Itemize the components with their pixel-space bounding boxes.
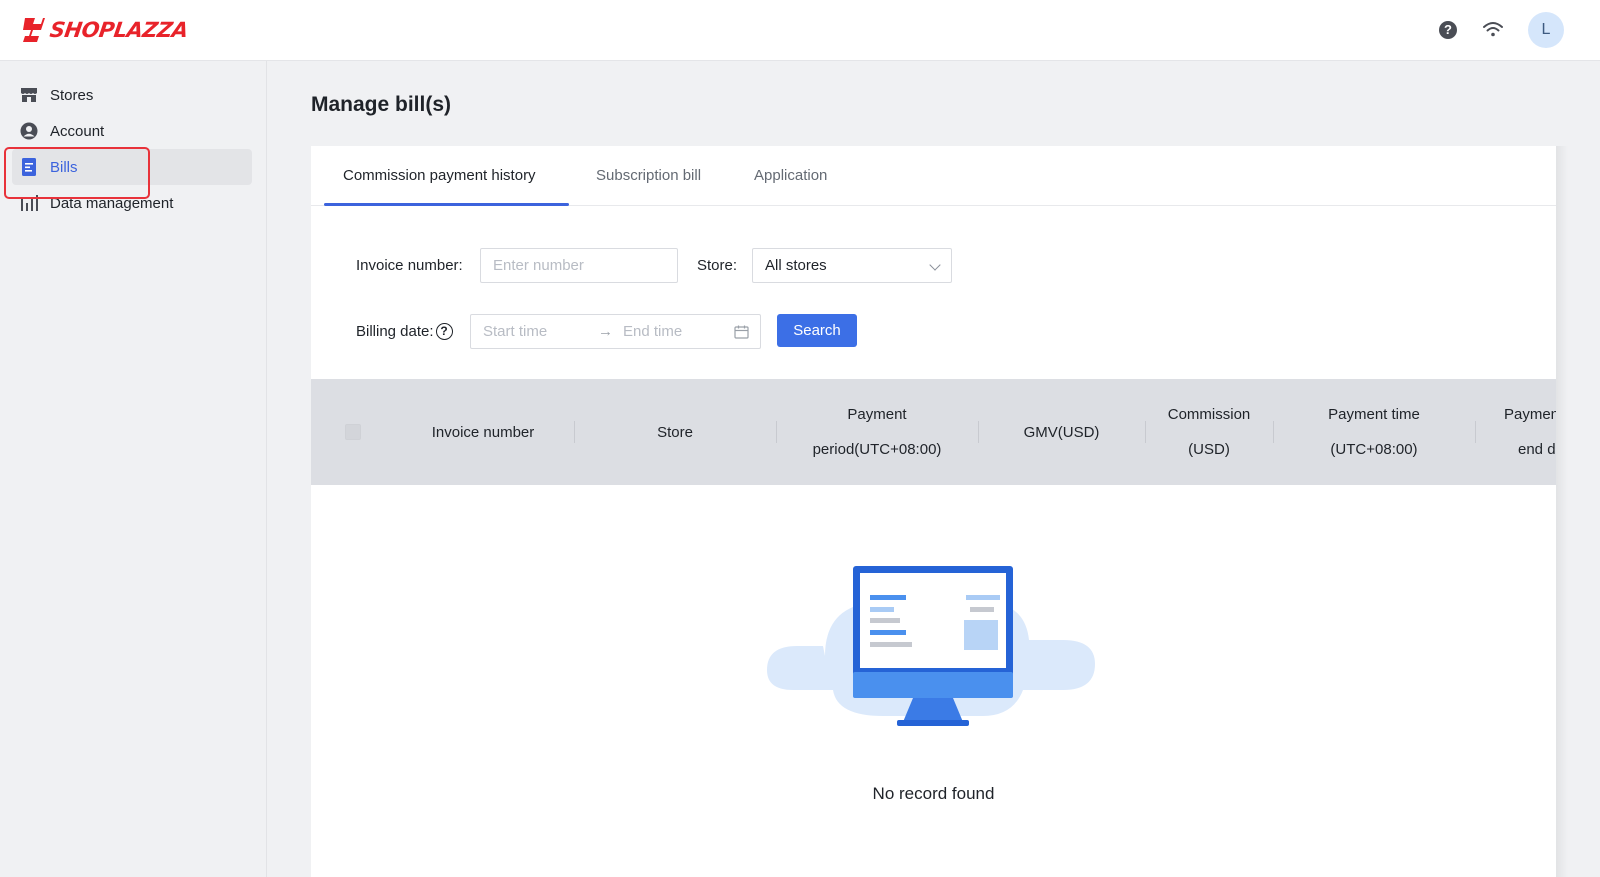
invoice-number-input[interactable]: Enter number xyxy=(480,248,678,283)
billing-date-label-text: Billing date: xyxy=(356,323,434,340)
column-header-line1: Payment time xyxy=(1328,406,1420,423)
column-header-line1: GMV(USD) xyxy=(1023,423,1100,441)
column-commission[interactable]: Commission (USD) xyxy=(1146,379,1272,485)
sidebar-item-label: Data management xyxy=(50,194,174,212)
start-time-input[interactable]: Start time xyxy=(483,315,547,348)
sidebar-item-data-management[interactable]: Data management xyxy=(12,185,252,221)
wifi-icon[interactable] xyxy=(1482,20,1504,40)
store-icon xyxy=(20,86,38,104)
column-header-line1: Invoice number xyxy=(431,423,535,441)
user-icon xyxy=(20,122,38,140)
store-select-value: All stores xyxy=(765,257,827,274)
column-invoice-number[interactable]: Invoice number xyxy=(393,379,573,485)
sidebar-item-account[interactable]: Account xyxy=(12,113,252,149)
tab-subscription-bill[interactable]: Subscription bill xyxy=(596,146,701,206)
column-payment-period[interactable]: Payment period(UTC+08:00) xyxy=(777,379,977,485)
bill-icon xyxy=(20,158,38,176)
column-gmv[interactable]: GMV(USD) xyxy=(979,379,1144,485)
sidebar-item-label: Bills xyxy=(50,158,78,176)
logo-text: SHOPLAZZA xyxy=(48,18,190,42)
empty-state-illustration xyxy=(767,566,1095,726)
sidebar-item-stores[interactable]: Stores xyxy=(12,77,252,113)
tab-bar: Commission payment history Subscription … xyxy=(311,146,1556,206)
chevron-down-icon xyxy=(929,259,941,271)
question-icon[interactable]: ? xyxy=(435,323,453,340)
shoplazza-mark-icon xyxy=(23,18,45,42)
empty-state-text: No record found xyxy=(872,784,995,803)
sidebar: Stores Account Bills Data management xyxy=(0,61,267,877)
avatar[interactable]: L xyxy=(1528,12,1564,48)
bills-card: Commission payment history Subscription … xyxy=(311,146,1560,877)
shoplazza-logo[interactable]: SHOPLAZZA xyxy=(21,15,190,45)
column-header-line2: period(UTC+08:00) xyxy=(812,441,942,458)
calendar-icon[interactable] xyxy=(734,325,749,339)
column-header-line2: (UTC+08:00) xyxy=(1330,441,1418,458)
billing-date-range[interactable]: Start time → End time xyxy=(470,314,761,349)
column-header-line2: (USD) xyxy=(1188,441,1230,458)
search-button[interactable]: Search xyxy=(777,314,857,347)
store-label: Store: xyxy=(697,257,738,274)
end-time-input[interactable]: End time xyxy=(623,315,682,348)
column-header-line1: Commission xyxy=(1167,406,1251,423)
help-icon[interactable]: ? xyxy=(1439,21,1457,39)
invoice-number-label: Invoice number: xyxy=(356,257,463,274)
arrow-right-icon: → xyxy=(598,323,613,340)
column-store[interactable]: Store xyxy=(575,379,775,485)
select-all-checkbox[interactable] xyxy=(345,424,361,440)
column-header-line1: Payment xyxy=(847,406,907,423)
table-header: Invoice number Store Payment period(UTC+0… xyxy=(311,379,1560,485)
column-header-line2: end d xyxy=(1518,441,1556,458)
tab-commission-payment-history[interactable]: Commission payment history xyxy=(343,146,536,206)
column-header-line1: Paymen xyxy=(1504,406,1560,423)
sidebar-item-bills[interactable]: Bills xyxy=(12,149,252,185)
top-bar: SHOPLAZZA ? L xyxy=(0,0,1600,61)
sidebar-item-label: Stores xyxy=(50,86,94,104)
sidebar-item-label: Account xyxy=(50,122,105,140)
page-title: Manage bill(s) xyxy=(311,93,452,116)
column-payment-time[interactable]: Payment time (UTC+08:00) xyxy=(1274,379,1474,485)
tab-application[interactable]: Application xyxy=(754,146,827,206)
store-select[interactable]: All stores xyxy=(752,248,952,283)
bar-chart-icon xyxy=(20,194,38,212)
page-right-gutter xyxy=(1556,146,1600,877)
active-tab-indicator xyxy=(324,203,569,206)
billing-date-label: Billing date:? xyxy=(356,323,453,340)
column-header-line1: Store xyxy=(657,423,693,441)
